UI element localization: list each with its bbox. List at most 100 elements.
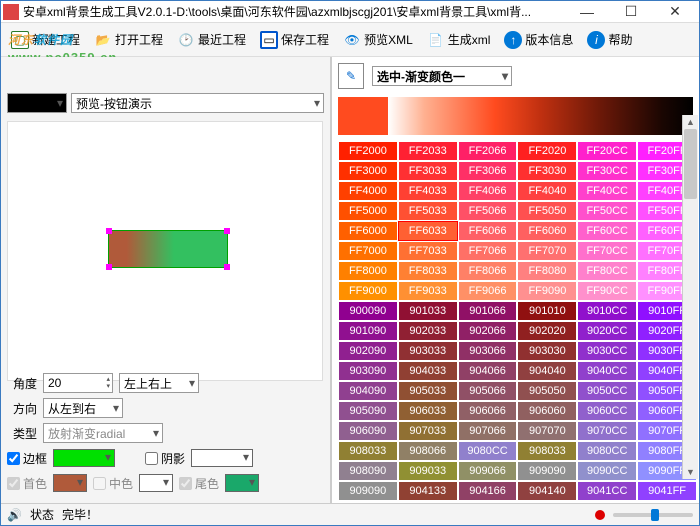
palette-cell[interactable]: FF70CC [577, 241, 637, 261]
palette-cell[interactable]: FF9066 [458, 281, 518, 301]
palette-cell[interactable]: FF60CC [577, 221, 637, 241]
palette-cell[interactable]: 905050 [517, 381, 577, 401]
palette-cell[interactable]: FF3000 [338, 161, 398, 181]
palette-cell[interactable]: FF50CC [577, 201, 637, 221]
sound-icon[interactable]: 🔊 [7, 508, 22, 522]
preview-color-dropdown[interactable] [7, 93, 67, 113]
close-button[interactable]: ✕ [653, 2, 697, 22]
palette-cell[interactable]: FF2000 [338, 141, 398, 161]
palette-cell[interactable]: 904066 [458, 361, 518, 381]
palette-cell[interactable]: 902090 [338, 341, 398, 361]
palette-cell[interactable]: 9040CC [577, 361, 637, 381]
palette-cell[interactable]: 905033 [398, 381, 458, 401]
gradient-rect[interactable] [108, 230, 228, 268]
palette-cell[interactable]: 903090 [338, 361, 398, 381]
palette-cell[interactable]: FF6066 [458, 221, 518, 241]
palette-cell[interactable]: 908033 [517, 441, 577, 461]
palette-cell[interactable]: 9060CC [577, 401, 637, 421]
palette-cell[interactable]: 904040 [517, 361, 577, 381]
minimize-button[interactable]: — [565, 2, 609, 22]
slider-knob[interactable] [651, 509, 659, 521]
eyedropper-button[interactable]: ✎ [338, 63, 364, 89]
palette-cell[interactable]: FF3066 [458, 161, 518, 181]
scroll-up-icon[interactable]: ▲ [683, 115, 698, 129]
palette-cell[interactable]: 9080CC [577, 441, 637, 461]
palette-cell[interactable]: FF3033 [398, 161, 458, 181]
border-color-swatch[interactable] [53, 449, 115, 467]
palette-cell[interactable]: 9041CC [577, 481, 637, 501]
first-color-checkbox[interactable]: 首色 [7, 475, 47, 492]
help-button[interactable]: i帮助 [581, 29, 638, 51]
palette-cell[interactable]: 903066 [458, 341, 518, 361]
palette-cell[interactable]: FF6033 [398, 221, 458, 241]
shadow-checkbox[interactable]: 阴影 [145, 450, 185, 467]
palette-cell[interactable]: FF20CC [577, 141, 637, 161]
border-checkbox[interactable]: 边框 [7, 450, 47, 467]
palette-cell[interactable]: 902033 [398, 321, 458, 341]
palette-cell[interactable]: 905066 [458, 381, 518, 401]
palette-cell[interactable]: FF5033 [398, 201, 458, 221]
gradient-spectrum[interactable] [388, 97, 693, 135]
palette-cell[interactable]: FF7066 [458, 241, 518, 261]
palette-cell[interactable]: 9030CC [577, 341, 637, 361]
palette-cell[interactable]: 9010CC [577, 301, 637, 321]
palette-cell[interactable]: 909066 [458, 461, 518, 481]
zoom-slider[interactable] [613, 513, 693, 517]
preview-xml-button[interactable]: 👁预览XML [337, 29, 419, 51]
first-color-swatch[interactable] [53, 474, 87, 492]
scroll-down-icon[interactable]: ▼ [683, 465, 698, 479]
palette-cell[interactable]: 906066 [458, 401, 518, 421]
palette-cell[interactable]: 904140 [517, 481, 577, 501]
tail-color-checkbox[interactable]: 尾色 [179, 475, 219, 492]
mid-color-swatch[interactable] [139, 474, 173, 492]
palette-cell[interactable]: FF8033 [398, 261, 458, 281]
preview-mode-dropdown[interactable]: 预览-按钮演示 [71, 93, 324, 113]
palette-cell[interactable]: 908066 [398, 441, 458, 461]
palette-cell[interactable]: 908090 [338, 461, 398, 481]
mid-color-checkbox[interactable]: 中色 [93, 475, 133, 492]
recent-project-button[interactable]: 🕑最近工程 [171, 29, 252, 51]
palette-cell[interactable]: FF2066 [458, 141, 518, 161]
palette-cell[interactable]: FF7070 [517, 241, 577, 261]
palette-cell[interactable]: 907070 [517, 421, 577, 441]
angle-spinner[interactable]: 20 [43, 373, 113, 393]
palette-cell[interactable]: 904090 [338, 381, 398, 401]
palette-cell[interactable]: 908033 [338, 441, 398, 461]
palette-cell[interactable]: 901090 [338, 321, 398, 341]
palette-cell[interactable]: FF80CC [577, 261, 637, 281]
corner-dropdown[interactable]: 左上右上 [119, 373, 199, 393]
direction-dropdown[interactable]: 从左到右 [43, 398, 123, 418]
gradient-target-dropdown[interactable]: 选中-渐变颜色一 [372, 66, 512, 86]
palette-cell[interactable]: 9020CC [577, 321, 637, 341]
palette-cell[interactable]: FF2033 [398, 141, 458, 161]
palette-cell[interactable]: FF8000 [338, 261, 398, 281]
palette-cell[interactable]: FF5050 [517, 201, 577, 221]
version-button[interactable]: ↑版本信息 [498, 29, 579, 51]
palette-cell[interactable]: 903030 [517, 341, 577, 361]
palette-cell[interactable]: FF30CC [577, 161, 637, 181]
palette-cell[interactable]: FF9000 [338, 281, 398, 301]
palette-cell[interactable]: 9050CC [577, 381, 637, 401]
palette-cell[interactable]: 904166 [458, 481, 518, 501]
palette-cell[interactable]: 902020 [517, 321, 577, 341]
palette-cell[interactable]: FF8066 [458, 261, 518, 281]
palette-cell[interactable]: 906033 [398, 401, 458, 421]
palette-cell[interactable]: FF7033 [398, 241, 458, 261]
palette-cell[interactable]: 909090 [517, 461, 577, 481]
palette-cell[interactable]: FF7000 [338, 241, 398, 261]
palette-cell[interactable]: 906060 [517, 401, 577, 421]
scrollbar[interactable]: ▲ ▼ [682, 115, 698, 479]
palette-cell[interactable]: 909090 [338, 481, 398, 501]
palette-cell[interactable]: FF6060 [517, 221, 577, 241]
palette-cell[interactable]: 907033 [398, 421, 458, 441]
palette-cell[interactable]: FF4040 [517, 181, 577, 201]
palette-cell[interactable]: FF90CC [577, 281, 637, 301]
palette-cell[interactable]: FF8080 [517, 261, 577, 281]
palette-cell[interactable]: FF2020 [517, 141, 577, 161]
palette-cell[interactable]: 906090 [338, 421, 398, 441]
palette-cell[interactable]: FF6000 [338, 221, 398, 241]
palette-cell[interactable]: 9090CC [577, 461, 637, 481]
preview-canvas[interactable] [7, 121, 323, 381]
save-project-button[interactable]: ▭保存工程 [254, 29, 335, 51]
palette-cell[interactable]: FF5066 [458, 201, 518, 221]
